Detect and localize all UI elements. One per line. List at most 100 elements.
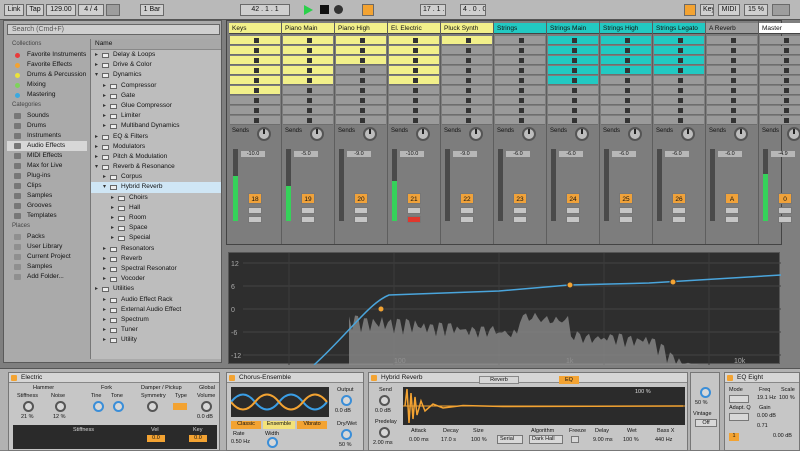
empty-slot[interactable] xyxy=(707,106,757,115)
empty-slot[interactable] xyxy=(230,96,280,105)
chevron-right-icon[interactable]: ▸ xyxy=(103,254,106,264)
tree-item[interactable]: ▸ Hall xyxy=(91,203,221,213)
clip-slot[interactable] xyxy=(230,36,280,45)
stop-icon[interactable] xyxy=(307,118,312,123)
stop-icon[interactable] xyxy=(784,118,789,123)
stop-icon[interactable] xyxy=(731,108,736,113)
chevron-right-icon[interactable]: ▸ xyxy=(103,81,106,91)
tree-item[interactable]: ▸ Spectrum xyxy=(91,315,221,325)
drywet-knob[interactable] xyxy=(341,429,352,440)
attack-value[interactable]: 0.00 ms xyxy=(409,437,429,443)
clip-launch-icon[interactable] xyxy=(360,58,365,63)
chevron-right-icon[interactable]: ▸ xyxy=(103,335,106,345)
stop-icon[interactable] xyxy=(519,108,524,113)
place-item[interactable]: Add Folder... xyxy=(7,272,87,282)
send-knob[interactable] xyxy=(681,127,695,141)
stop-icon[interactable] xyxy=(519,48,524,53)
stop-icon[interactable] xyxy=(625,98,630,103)
send-knob[interactable] xyxy=(628,127,642,141)
tab-eq[interactable]: EQ xyxy=(559,376,579,384)
tree-item[interactable]: ▸ Pitch & Modulation xyxy=(91,152,221,162)
solo-button[interactable] xyxy=(513,207,527,214)
tree-item[interactable]: ▸ Gate xyxy=(91,91,221,101)
tree-item[interactable]: ▸ Modulators xyxy=(91,142,221,152)
empty-slot[interactable] xyxy=(548,106,598,115)
empty-slot[interactable] xyxy=(442,96,492,105)
reverb-drywet-knob[interactable] xyxy=(700,387,711,398)
clip-slot[interactable] xyxy=(389,66,439,75)
mod-key-value[interactable]: 0.0 xyxy=(189,435,207,442)
track-header[interactable]: Strings xyxy=(494,23,546,34)
empty-slot[interactable] xyxy=(548,96,598,105)
position-field[interactable]: 42 . 1 . 1 xyxy=(240,4,290,16)
clip-launch-icon[interactable] xyxy=(413,58,418,63)
clip-slot[interactable] xyxy=(336,46,386,55)
empty-slot[interactable] xyxy=(601,106,651,115)
stop-icon[interactable] xyxy=(784,108,789,113)
chevron-right-icon[interactable]: ▸ xyxy=(103,91,106,101)
empty-slot[interactable] xyxy=(336,86,386,95)
stop-icon[interactable] xyxy=(572,88,577,93)
empty-slot[interactable] xyxy=(495,36,545,45)
bass-value[interactable]: 440 Hz xyxy=(655,437,672,443)
empty-slot[interactable] xyxy=(230,116,280,125)
track-activator[interactable]: 20 xyxy=(354,193,368,204)
clip-slot[interactable] xyxy=(601,56,651,65)
solo-button[interactable] xyxy=(460,207,474,214)
category-item[interactable]: Audio Effects xyxy=(7,141,87,151)
stop-icon[interactable] xyxy=(307,98,312,103)
collection-item[interactable]: Mixing xyxy=(7,80,87,90)
empty-slot[interactable] xyxy=(654,116,704,125)
empty-slot[interactable] xyxy=(707,76,757,85)
arm-button[interactable] xyxy=(354,216,368,223)
track-activator[interactable]: 25 xyxy=(619,193,633,204)
stop-icon[interactable] xyxy=(784,58,789,63)
stop-icon[interactable] xyxy=(519,88,524,93)
stop-icon[interactable] xyxy=(466,58,471,63)
tree-item[interactable]: ▸ Multiband Dynamics xyxy=(91,121,221,131)
clip-slot[interactable] xyxy=(283,76,333,85)
clip-launch-icon[interactable] xyxy=(678,48,683,53)
tree-item[interactable]: ▸ Corpus xyxy=(91,172,221,182)
mode-vibrato[interactable]: Vibrato xyxy=(297,421,327,429)
empty-slot[interactable] xyxy=(442,46,492,55)
stop-icon[interactable] xyxy=(466,108,471,113)
tree-item[interactable]: ▸ Compressor xyxy=(91,81,221,91)
arm-button[interactable] xyxy=(460,216,474,223)
stop-icon[interactable] xyxy=(466,48,471,53)
clip-slot[interactable] xyxy=(442,36,492,45)
empty-slot[interactable] xyxy=(548,116,598,125)
stop-icon[interactable] xyxy=(572,108,577,113)
stop-icon[interactable] xyxy=(466,88,471,93)
clip-launch-icon[interactable] xyxy=(413,48,418,53)
chevron-down-icon[interactable]: ▾ xyxy=(103,182,106,192)
empty-slot[interactable] xyxy=(760,76,800,85)
solo-button[interactable] xyxy=(778,207,792,214)
empty-slot[interactable] xyxy=(442,76,492,85)
arm-button[interactable] xyxy=(672,216,686,223)
send-knob[interactable] xyxy=(416,127,430,141)
clip-launch-icon[interactable] xyxy=(572,38,577,43)
loop-start-field[interactable]: 17 . 1 . 1 xyxy=(420,4,446,16)
place-item[interactable]: User Library xyxy=(7,242,87,252)
place-item[interactable]: Packs xyxy=(7,232,87,242)
stop-icon[interactable] xyxy=(784,68,789,73)
volume-readout[interactable]: -9.0 xyxy=(453,151,477,157)
arm-button[interactable] xyxy=(566,216,580,223)
place-item[interactable]: Current Project xyxy=(7,252,87,262)
tine-knob[interactable] xyxy=(93,401,104,412)
volume-readout[interactable]: -9.0 xyxy=(347,151,371,157)
stop-icon[interactable] xyxy=(519,38,524,43)
clip-launch-icon[interactable] xyxy=(572,68,577,73)
key-button[interactable]: Key xyxy=(700,4,714,16)
empty-slot[interactable] xyxy=(654,86,704,95)
clip-launch-icon[interactable] xyxy=(254,48,259,53)
empty-slot[interactable] xyxy=(336,76,386,85)
chevron-right-icon[interactable]: ▸ xyxy=(103,274,106,284)
empty-slot[interactable] xyxy=(760,36,800,45)
stop-icon[interactable] xyxy=(731,58,736,63)
clip-launch-icon[interactable] xyxy=(678,38,683,43)
stop-icon[interactable] xyxy=(360,78,365,83)
chevron-down-icon[interactable]: ▾ xyxy=(95,162,98,172)
eq-mode-select[interactable] xyxy=(729,395,749,403)
